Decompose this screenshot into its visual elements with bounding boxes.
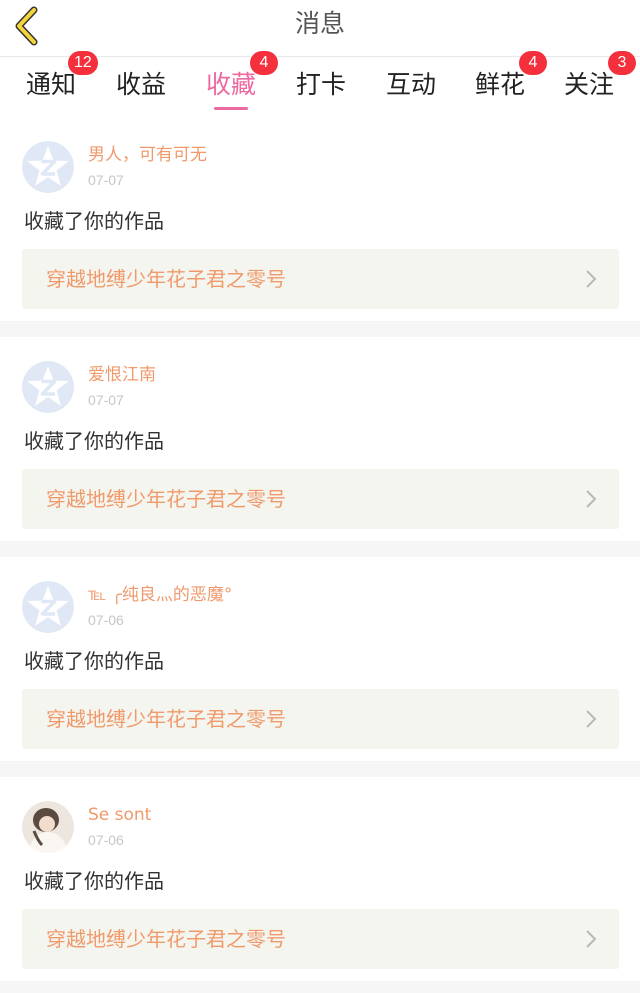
avatar[interactable] [22,361,74,413]
page-title: 消息 [294,9,345,38]
list-item: ℡ ╭纯良灬的恶魔° 07-06 收藏了你的作品 穿越地缚少年花子君之零号 [0,557,640,761]
tab-earnings[interactable]: 收益 [96,57,186,117]
default-avatar-icon [22,361,74,413]
header-bar: 消息 [0,0,640,57]
unread-badge: 4 [250,51,278,75]
tab-checkin[interactable]: 打卡 [276,57,366,117]
user-photo-avatar [22,801,74,853]
tab-flowers[interactable]: 鲜花 4 [455,51,547,117]
list-item: 男人，可有可无 07-07 收藏了你的作品 穿越地缚少年花子君之零号 [0,117,640,321]
action-text: 收藏了你的作品 [24,649,164,673]
message-page: 消息 通知 12 收益 收藏 4 打卡 互动 鲜花 4 关注 3 男人，可有可无… [0,0,640,993]
work-link[interactable]: 穿越地缚少年花子君之零号 [22,689,619,749]
avatar[interactable] [22,141,74,193]
action-text: 收藏了你的作品 [24,209,164,233]
work-link[interactable]: 穿越地缚少年花子君之零号 [22,469,619,529]
tab-favorites[interactable]: 收藏 4 [186,51,278,117]
username[interactable]: Se sont [88,803,151,827]
chevron-right-icon [586,930,597,948]
action-text: 收藏了你的作品 [24,869,164,893]
tab-follow[interactable]: 关注 3 [544,51,636,117]
timestamp: 07-06 [88,612,124,628]
divider [0,321,640,337]
work-link[interactable]: 穿越地缚少年花子君之零号 [22,249,619,309]
notification-list: 男人，可有可无 07-07 收藏了你的作品 穿越地缚少年花子君之零号 爱恨江南 [0,117,640,981]
default-avatar-icon [22,581,74,633]
unread-badge: 12 [68,51,98,75]
active-tab-indicator [214,107,248,110]
tab-interaction[interactable]: 互动 [366,57,456,117]
timestamp: 07-06 [88,832,124,848]
list-item: 爱恨江南 07-07 收藏了你的作品 穿越地缚少年花子君之零号 [0,337,640,541]
username[interactable]: ℡ ╭纯良灬的恶魔° [88,583,232,607]
work-title: 穿越地缚少年花子君之零号 [46,927,286,951]
work-title: 穿越地缚少年花子君之零号 [46,487,286,511]
timestamp: 07-07 [88,172,124,188]
tab-label: 收益 [115,70,166,99]
default-avatar-icon [22,141,74,193]
work-link[interactable]: 穿越地缚少年花子君之零号 [22,909,619,969]
chevron-right-icon [586,490,597,508]
avatar[interactable] [22,801,74,853]
username[interactable]: 男人，可有可无 [88,143,207,167]
divider [0,761,640,777]
tab-label: 打卡 [295,70,346,99]
tab-bar: 通知 12 收益 收藏 4 打卡 互动 鲜花 4 关注 3 [0,51,640,117]
unread-badge: 3 [608,51,636,75]
chevron-right-icon [586,270,597,288]
unread-badge: 4 [519,51,547,75]
tab-notice[interactable]: 通知 12 [6,51,98,117]
tab-label: 互动 [385,70,436,99]
work-title: 穿越地缚少年花子君之零号 [46,267,286,291]
username[interactable]: 爱恨江南 [88,363,156,387]
avatar[interactable] [22,581,74,633]
divider [0,541,640,557]
chevron-right-icon [586,710,597,728]
list-item: Se sont 07-06 收藏了你的作品 穿越地缚少年花子君之零号 [0,777,640,981]
work-title: 穿越地缚少年花子君之零号 [46,707,286,731]
timestamp: 07-07 [88,392,124,408]
action-text: 收藏了你的作品 [24,429,164,453]
